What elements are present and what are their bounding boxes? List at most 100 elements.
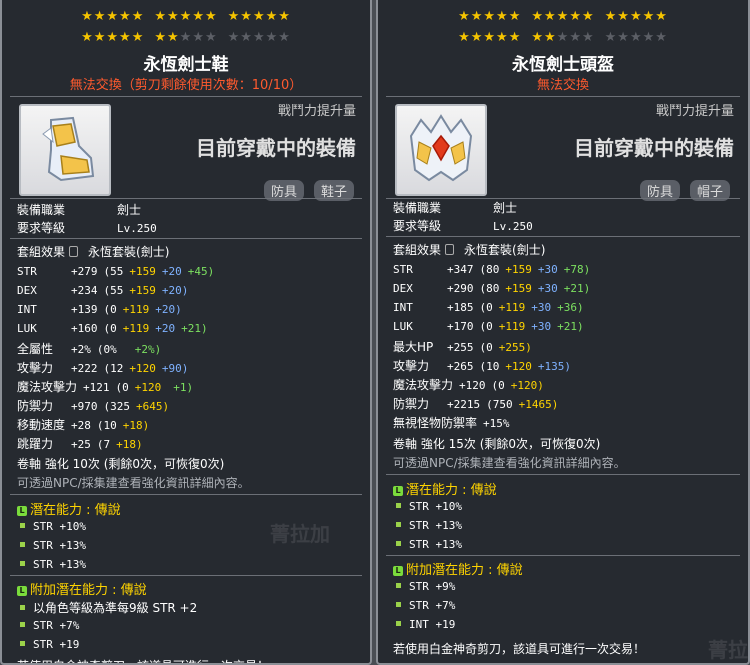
stat-total: +234: [71, 284, 98, 297]
stat-row: LUK +160 (0 +119 +20 +21): [17, 321, 208, 335]
stat-enhance: +120: [505, 360, 532, 373]
stat-base: (0: [479, 301, 493, 314]
stat-total: +222: [71, 362, 98, 375]
stat-bonus: +21): [563, 282, 591, 295]
star-force-row: ★★★★★ ★★★★★ ★★★★★: [81, 9, 291, 24]
potential-line: STR +13%: [20, 538, 86, 552]
stat-enhance: +18): [122, 419, 150, 432]
stat-name: 魔法攻擊力: [17, 380, 78, 394]
potential-line: STR +13%: [396, 537, 462, 551]
level-row: 要求等級 Lv.250: [17, 221, 157, 235]
stat-row: 攻擊力 +222 (12 +120 +90): [17, 359, 194, 376]
background-text: 菁拉加: [270, 522, 330, 546]
item-icon-helmet: [395, 104, 487, 196]
potential-line: STR +13%: [396, 518, 462, 532]
stat-total: +160: [71, 322, 98, 335]
stat-total: +265: [447, 360, 474, 373]
legendary-badge-icon: L: [17, 506, 27, 516]
stat-base: (0: [103, 303, 117, 316]
additional-potential-line: 以角色等級為準每9級 STR +2: [20, 599, 197, 616]
potential-header: L 潛在能力 : 傳說: [393, 479, 497, 498]
combat-power-label: 戰鬥力提升量: [277, 104, 356, 119]
stat-name: INT: [393, 301, 413, 314]
stat-name: DEX: [17, 284, 37, 297]
potential-line: STR +10%: [396, 499, 462, 513]
stat-base: (55: [103, 265, 124, 278]
stat-base: (12: [103, 362, 124, 375]
star-force-row: ★★★★★ ★★★★★ ★★★★★: [81, 30, 291, 45]
stat-scroll: +20): [155, 303, 182, 316]
job-row: 裝備職業 劍士: [17, 203, 142, 217]
npc-note: 可透過NPC/採集建查看強化資訊詳細內容。: [17, 476, 250, 490]
stat-row: DEX +290 (80 +159 +30 +21): [393, 281, 590, 295]
stat-base: (7: [96, 438, 111, 451]
stat-bonus: +2%): [134, 343, 162, 356]
stat-name: 防禦力: [17, 399, 54, 413]
stat-name: 防禦力: [393, 397, 430, 411]
stat-row: DEX +234 (55 +159 +20): [17, 283, 194, 297]
stat-name: 攻擊力: [393, 359, 430, 373]
divider: [10, 96, 362, 97]
stat-enhance: +645): [136, 400, 170, 413]
stat-name: INT: [17, 303, 37, 316]
combat-power-label: 戰鬥力提升量: [655, 104, 734, 119]
stat-base: (0: [479, 320, 493, 333]
stat-scroll: +20): [161, 284, 189, 297]
trade-note: 無法交換: [536, 78, 589, 93]
helmet-icon: [409, 114, 473, 182]
stat-base: (0: [103, 322, 117, 335]
stat-total: +290: [447, 282, 474, 295]
stat-base: (80: [479, 263, 500, 276]
additional-potential-line: STR +9%: [396, 579, 455, 593]
stat-enhance: +120: [134, 381, 162, 394]
stat-name: 最大HP: [393, 340, 434, 354]
stat-name: 魔法攻擊力: [393, 378, 454, 392]
stat-base: (750: [486, 398, 513, 411]
stat-base: (0%: [96, 343, 117, 356]
stat-enhance: +159: [505, 263, 532, 276]
set-effect-row: 套組效果 永恆套裝(劍士): [393, 243, 546, 257]
stat-name: STR: [393, 263, 413, 276]
stat-scroll: +20: [155, 322, 176, 335]
stat-row: 魔法攻擊力 +120 (0 +120): [393, 376, 556, 393]
stat-row: INT +185 (0 +119 +30 +36): [393, 300, 584, 314]
additional-potential-line: INT +19: [396, 617, 455, 631]
stat-enhance: +1465): [518, 398, 559, 411]
stat-enhance: +159: [129, 265, 156, 278]
stat-scroll: +90): [161, 362, 189, 375]
stat-base: (55: [103, 284, 124, 297]
stat-row: 移動速度 +28 (10 +18): [17, 416, 161, 433]
tooltip-left: ★★★★★ ★★★★★ ★★★★★ ★★★★★ ★★★★★ ★★★★★ 永恆劍士鞋 無法…: [0, 0, 372, 665]
divider: [386, 555, 740, 556]
stat-row: STR +347 (80 +159 +30 +78): [393, 262, 590, 276]
stat-row: 防禦力 +970 (325 +645): [17, 397, 181, 414]
lock-icon: [445, 244, 455, 255]
stat-enhance: +120: [129, 362, 156, 375]
stat-total: +279: [71, 265, 98, 278]
stat-total: +28: [71, 419, 91, 432]
stat-row: STR +279 (55 +159 +20 +45): [17, 264, 214, 278]
stat-bonus: +21): [557, 320, 584, 333]
item-title: 永恆劍士頭盔: [512, 55, 614, 75]
set-effect-row: 套組效果 永恆套裝(劍士): [17, 245, 170, 259]
stat-scroll: +20: [161, 265, 182, 278]
stat-bonus: +21): [181, 322, 208, 335]
stat-base: (0: [479, 341, 493, 354]
scroll-upgrade: 卷軸 強化 15次 (剩餘0次，可恢復0次): [393, 437, 601, 451]
stat-total: +120: [459, 379, 486, 392]
stat-row: LUK +170 (0 +119 +30 +21): [393, 319, 584, 333]
stat-enhance: +159: [129, 284, 156, 297]
additional-potential-header: L 附加潛在能力 : 傳說: [17, 579, 147, 598]
additional-potential-line: STR +7%: [20, 618, 79, 632]
trade-note: 無法交換（剪刀剩餘使用次數：10/10）: [69, 78, 303, 93]
item-icon-shoes: [19, 104, 111, 196]
divider: [10, 494, 362, 495]
potential-line: STR +10%: [20, 519, 86, 533]
stat-row: 全屬性 +2% (0% +2%): [17, 340, 161, 357]
tooltip-right: ★★★★★ ★★★★★ ★★★★★ ★★★★★ ★★★★★ ★★★★★ 永恆劍士頭盔 無…: [376, 0, 750, 665]
bottom-note: 若使用白金神奇剪刀，該道具可進行一次交易！: [17, 657, 269, 663]
stat-scroll: +30: [531, 320, 552, 333]
stat-name: LUK: [393, 320, 413, 333]
stat-bonus: +1): [173, 381, 194, 394]
stat-base: (10: [479, 360, 500, 373]
